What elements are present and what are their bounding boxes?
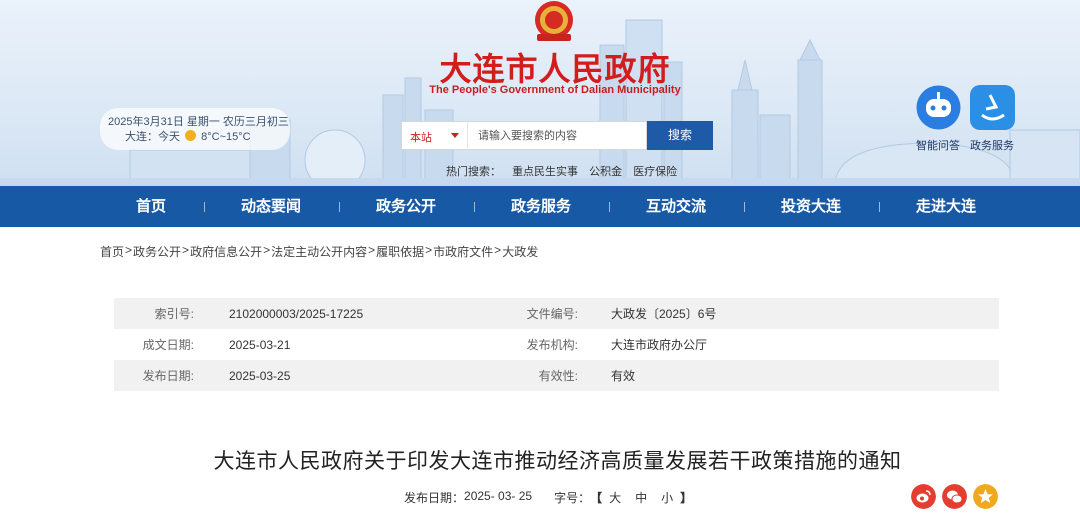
breadcrumb: 首页 > 政务公开 > 政府信息公开 > 法定主动公开内容 > 履职依据 > 市… (100, 243, 538, 260)
nav-gov-open[interactable]: 政务公开 (346, 186, 466, 227)
validity-value: 有效 (611, 369, 636, 383)
breadcrumb-item[interactable]: 首页 (100, 243, 124, 260)
nav-divider (744, 202, 745, 212)
breadcrumb-item[interactable]: 大政发 (502, 243, 538, 260)
nav-invest[interactable]: 投资大连 (751, 186, 871, 227)
header-banner: 大连市人民政府 The People's Government of Dalia… (0, 0, 1080, 186)
search-bar: 本站 搜索 (401, 121, 713, 150)
main-nav: 首页 动态要闻 政务公开 政务服务 互动交流 投资大连 走进大连 (0, 186, 1080, 227)
breadcrumb-item[interactable]: 政务公开 (133, 243, 181, 260)
nav-divider (474, 202, 475, 212)
nav-interaction[interactable]: 互动交流 (616, 186, 736, 227)
nav-divider (879, 202, 880, 212)
chevron-down-icon (451, 133, 459, 138)
breadcrumb-separator: > (182, 243, 190, 257)
validity-label: 有效性: (538, 369, 578, 383)
hot-search-label: 热门搜索： (446, 166, 501, 178)
app-label-qa[interactable]: 智能问答 (908, 137, 968, 153)
hot-search-item[interactable]: 医疗保险 (633, 166, 677, 178)
nav-gov-service[interactable]: 政务服务 (481, 186, 601, 227)
index-label: 索引号: (154, 307, 194, 321)
favorite-icon[interactable] (973, 484, 998, 509)
weather-temp: 8°C~15°C (201, 131, 251, 143)
publish-date-value: 2025- 03- 25 (464, 489, 533, 503)
font-size-large[interactable]: 大 (609, 489, 621, 506)
issuer-value: 大连市政府办公厅 (611, 338, 708, 352)
index-value: 2102000003/2025-17225 (229, 306, 364, 321)
app-label-service[interactable]: 政务服务 (962, 137, 1022, 153)
publish-date-label: 发布日期: (142, 369, 194, 383)
docno-label: 文件编号: (526, 307, 578, 321)
wechat-icon[interactable] (942, 484, 967, 509)
bracket-open: 【 (590, 491, 603, 505)
document-info-table: 索引号: 2102000003/2025-17225 文件编号: 大政发〔202… (114, 298, 999, 391)
nav-home[interactable]: 首页 (91, 186, 211, 227)
weather-city: 大连：今天 (125, 131, 180, 143)
nav-divider (609, 202, 610, 212)
weibo-icon[interactable] (911, 484, 936, 509)
breadcrumb-separator: > (494, 243, 502, 257)
hot-search-item[interactable]: 公积金 (589, 166, 622, 178)
nav-news[interactable]: 动态要闻 (211, 186, 331, 227)
info-row: 索引号: 2102000003/2025-17225 文件编号: 大政发〔202… (114, 298, 999, 329)
hot-search-item[interactable]: 重点民生实事 (512, 166, 578, 178)
font-size-medium[interactable]: 中 (635, 489, 647, 506)
breadcrumb-separator: > (425, 243, 433, 257)
hot-search: 热门搜索： 重点民生实事 公积金 医疗保险 (446, 163, 685, 179)
font-size-small[interactable]: 小 (661, 489, 673, 506)
nav-divider (204, 202, 205, 212)
nav-divider (339, 202, 340, 212)
issuer-label: 发布机构: (526, 338, 578, 352)
bracket-close: 】 (680, 491, 693, 505)
search-button[interactable]: 搜索 (647, 121, 713, 150)
weather-line: 大连：今天 8°C~15°C (108, 130, 290, 145)
site-subtitle: The People's Government of Dalian Munici… (429, 84, 681, 96)
national-emblem-icon (535, 1, 573, 41)
info-row: 成文日期: 2025-03-21 发布机构: 大连市政府办公厅 (114, 329, 999, 360)
sunny-icon (185, 130, 197, 141)
info-row: 发布日期: 2025-03-25 有效性: 有效 (114, 360, 999, 391)
search-input[interactable] (467, 121, 647, 150)
date-weather-box: 2025年3月31日 星期一 农历三月初三 大连：今天 8°C~15°C (100, 108, 290, 150)
breadcrumb-item[interactable]: 法定主动公开内容 (271, 243, 367, 260)
service-icon[interactable] (970, 85, 1015, 130)
docno-value: 大政发〔2025〕6号 (611, 307, 717, 321)
date-line: 2025年3月31日 星期一 农历三月初三 (108, 116, 289, 128)
nav-about[interactable]: 走进大连 (886, 186, 1006, 227)
font-size-label: 字号： (554, 491, 591, 505)
breadcrumb-item[interactable]: 政府信息公开 (190, 243, 262, 260)
article-meta: 发布日期： 2025- 03- 25 字号： 【 大 中 小 】 (404, 489, 692, 506)
written-date-label: 成文日期: (142, 338, 194, 352)
publish-date-value: 2025-03-25 (229, 368, 291, 383)
breadcrumb-separator: > (368, 243, 376, 257)
breadcrumb-item[interactable]: 履职依据 (376, 243, 424, 260)
search-scope-label: 本站 (410, 132, 432, 144)
breadcrumb-separator: > (125, 243, 133, 257)
breadcrumb-item[interactable]: 市政府文件 (433, 243, 493, 260)
search-scope-select[interactable]: 本站 (401, 121, 467, 150)
article-title: 大连市人民政府关于印发大连市推动经济高质量发展若干政策措施的通知 (213, 450, 902, 473)
publish-date-label: 发布日期： (404, 491, 465, 505)
robot-icon[interactable] (916, 85, 961, 130)
written-date-value: 2025-03-21 (229, 337, 291, 352)
breadcrumb-separator: > (263, 243, 271, 257)
